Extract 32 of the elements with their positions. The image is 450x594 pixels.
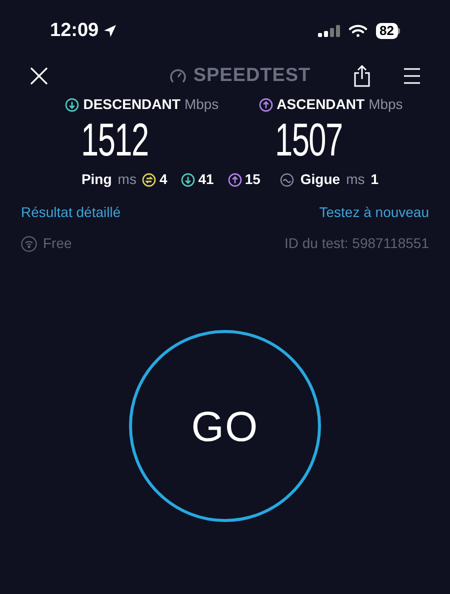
ping-label: Ping (81, 170, 112, 189)
network-name: Free (43, 234, 72, 253)
jitter-icon (280, 172, 294, 186)
detailed-result-link[interactable]: Résultat détaillé (21, 202, 121, 223)
speedtest-logo: SPEEDTEST (193, 64, 311, 88)
battery-indicator: 82 (376, 23, 400, 39)
ping-value: 15 (244, 170, 260, 189)
menu-button[interactable] (402, 66, 422, 86)
result-label: DESCENDANT (83, 95, 180, 114)
result-value: 1512 (81, 114, 148, 168)
go-button[interactable]: GO (129, 330, 321, 522)
result-label: ASCENDANT (276, 95, 365, 114)
jitter-label: Gigue (300, 170, 340, 189)
wifi-icon (348, 24, 368, 38)
result-unit: Mbps (184, 95, 219, 114)
wifi-network-icon (21, 236, 37, 252)
status-time: 12:09 (50, 18, 99, 43)
speedometer-icon (169, 67, 188, 85)
retest-link[interactable]: Testez à nouveau (319, 202, 429, 223)
idle-latency-icon (142, 172, 156, 186)
ping-unit: ms (118, 170, 136, 189)
ping-value: 4 (159, 170, 168, 189)
ping-value: 41 (198, 170, 214, 189)
close-button[interactable] (28, 65, 50, 87)
cellular-signal-icon (318, 24, 340, 38)
test-id: ID du test: 5987118551 (284, 234, 429, 253)
jitter-value: 1 (370, 170, 379, 189)
jitter-unit: ms (346, 170, 365, 189)
result-value: 1507 (274, 114, 342, 168)
result-unit: Mbps (368, 95, 403, 114)
location-arrow-icon (102, 24, 117, 38)
share-button[interactable] (352, 64, 372, 88)
